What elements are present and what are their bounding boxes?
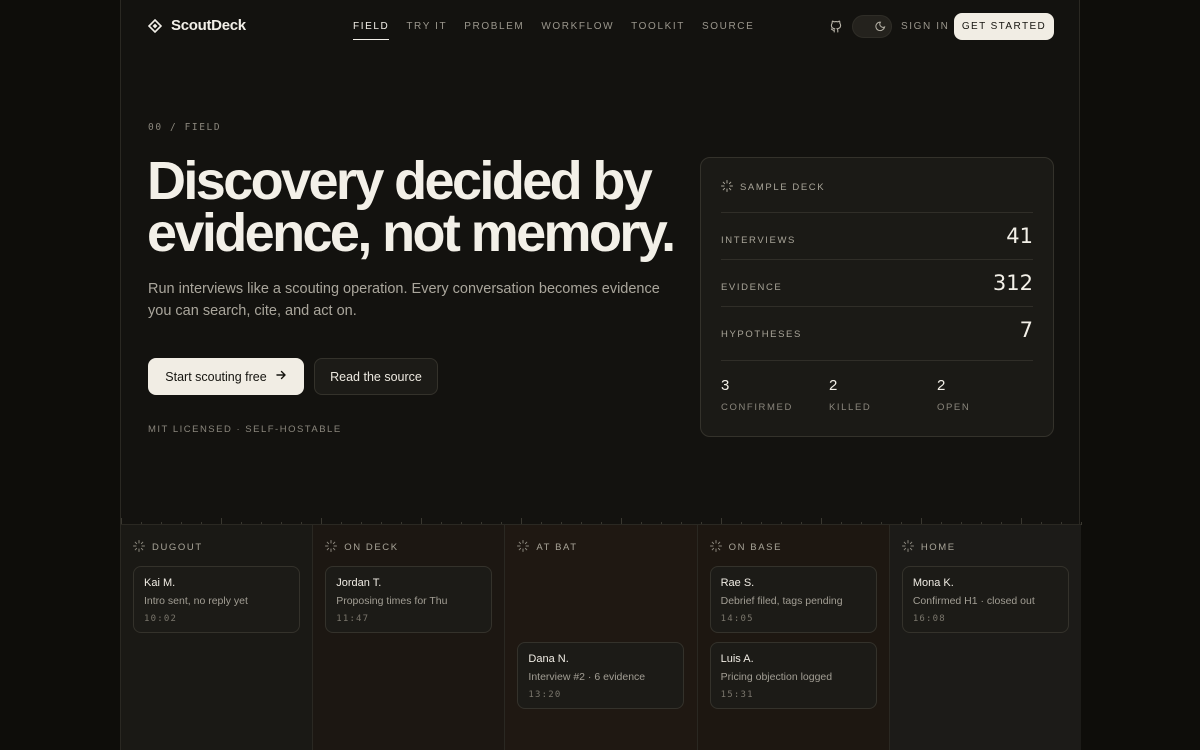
deck-row-interviews: INTERVIEWS 41: [721, 212, 1033, 259]
read-source-button[interactable]: Read the source: [314, 358, 438, 395]
sparkle-diamond-icon: [133, 540, 145, 555]
stat-confirmed: 3 CONFIRMED: [721, 377, 793, 413]
column-on-deck: ON DECK Jordan T. Proposing times for Th…: [313, 525, 506, 750]
deck-stats: 3 CONFIRMED 2 KILLED 2 OPEN: [721, 360, 1033, 437]
card-time: 10:02: [144, 614, 178, 624]
prospect-card[interactable]: Mona K. Confirmed H1 · closed out 16:08: [901, 566, 1069, 633]
deck-title: SAMPLE DECK: [740, 182, 826, 193]
sample-deck-card: SAMPLE DECK INTERVIEWS 41 EVIDENCE 312 H…: [700, 157, 1054, 437]
stat-killed: 2 KILLED: [829, 377, 871, 413]
column-title: AT BAT: [536, 542, 578, 553]
nav-link-field[interactable]: FIELD: [353, 21, 390, 40]
card-name: Kai M.: [144, 577, 176, 589]
diamond-logo-icon: [147, 18, 163, 33]
deck-row-label: EVIDENCE: [721, 282, 783, 293]
hero-headline: Discovery decided by evidence, not memor…: [147, 154, 707, 260]
card-name: Mona K.: [912, 577, 954, 589]
column-header: ON BASE: [709, 540, 783, 555]
prospect-card[interactable]: Jordan T. Proposing times for Thu 11:47: [325, 566, 493, 633]
brand-name: ScoutDeck: [171, 17, 246, 34]
pipeline-board: DUGOUT Kai M. Intro sent, no reply yet 1…: [121, 524, 1082, 750]
column-on-base: ON BASE Rae S. Debrief filed, tags pendi…: [697, 525, 890, 750]
arrow-right-icon: [275, 369, 287, 384]
get-started-button[interactable]: GET STARTED: [954, 13, 1054, 40]
prospect-card[interactable]: Kai M. Intro sent, no reply yet 10:02: [133, 566, 300, 633]
deck-row-value: 7: [1019, 318, 1033, 342]
stat-label: CONFIRMED: [721, 402, 793, 413]
card-time: 15:31: [720, 690, 754, 700]
hero-subhead: Run interviews like a scouting operation…: [148, 281, 660, 319]
card-desc: Confirmed H1 · closed out: [912, 595, 1035, 607]
stat-label: KILLED: [829, 402, 872, 413]
column-title: HOME: [920, 542, 956, 553]
sign-in-link[interactable]: SIGN IN: [901, 21, 949, 32]
start-scouting-button[interactable]: Start scouting free: [148, 358, 304, 395]
column-at-bat: AT BAT Dana N. Interview #2 · 6 evidence…: [505, 525, 698, 750]
headline-line-2: evidence, not memory.: [147, 203, 676, 263]
column-header: DUGOUT: [133, 540, 203, 555]
sparkle-diamond-icon: [517, 540, 530, 555]
stat-value: 2: [829, 377, 838, 394]
prospect-card[interactable]: Rae S. Debrief filed, tags pending 14:05: [709, 566, 877, 633]
page-frame: ScoutDeck FIELD TRY IT PROBLEM WORKFLOW …: [120, 0, 1082, 750]
sparkle-diamond-icon: [901, 540, 914, 555]
brand-logo[interactable]: ScoutDeck: [147, 17, 246, 34]
top-nav: ScoutDeck FIELD TRY IT PROBLEM WORKFLOW …: [121, 0, 1081, 52]
card-desc: Interview #2 · 6 evidence: [528, 671, 646, 683]
card-time: 14:05: [720, 614, 754, 624]
deck-header: SAMPLE DECK: [721, 180, 825, 195]
column-dugout: DUGOUT Kai M. Intro sent, no reply yet 1…: [121, 525, 314, 750]
prospect-card[interactable]: Luis A. Pricing objection logged 15:31: [709, 642, 877, 709]
card-name: Luis A.: [720, 653, 754, 665]
column-header: AT BAT: [517, 540, 577, 555]
card-time: 13:20: [528, 690, 562, 700]
column-title: ON BASE: [728, 542, 783, 553]
card-desc: Pricing objection logged: [720, 671, 833, 683]
sparkle-diamond-icon: [721, 180, 733, 195]
ruler-tick: [1081, 522, 1082, 525]
deck-row-evidence: EVIDENCE 312: [721, 259, 1033, 306]
deck-row-label: HYPOTHESES: [721, 329, 802, 340]
card-name: Rae S.: [720, 577, 755, 589]
headline-line-1: Discovery decided by: [147, 151, 653, 211]
stat-open: 2 OPEN: [937, 377, 970, 413]
section-eyebrow: 00 / FIELD: [148, 122, 222, 133]
card-time: 16:08: [912, 614, 946, 624]
deck-row-value: 312: [992, 271, 1033, 295]
start-scouting-label: Start scouting free: [165, 369, 267, 384]
deck-row-hypotheses: HYPOTHESES 7: [721, 306, 1033, 353]
nav-link-toolkit[interactable]: TOOLKIT: [631, 21, 685, 40]
nav-link-source[interactable]: SOURCE: [702, 21, 754, 40]
sparkle-diamond-icon: [325, 540, 338, 555]
deck-row-value: 41: [1006, 224, 1033, 248]
license-note: MIT LICENSED · SELF-HOSTABLE: [148, 424, 342, 435]
column-title: DUGOUT: [152, 542, 203, 553]
card-name: Dana N.: [528, 653, 569, 665]
prospect-card[interactable]: Dana N. Interview #2 · 6 evidence 13:20: [517, 642, 685, 709]
nav-links: FIELD TRY IT PROBLEM WORKFLOW TOOLKIT SO…: [353, 21, 754, 40]
nav-link-problem[interactable]: PROBLEM: [464, 21, 524, 40]
column-title: ON DECK: [344, 542, 399, 553]
card-desc: Proposing times for Thu: [336, 595, 448, 607]
sparkle-diamond-icon: [709, 540, 722, 555]
nav-link-workflow[interactable]: WORKFLOW: [541, 21, 614, 40]
stat-label: OPEN: [937, 402, 971, 413]
card-name: Jordan T.: [336, 577, 382, 589]
nav-link-try-it[interactable]: TRY IT: [406, 21, 447, 40]
card-desc: Debrief filed, tags pending: [720, 595, 843, 607]
stat-value: 3: [721, 377, 730, 394]
stat-value: 2: [937, 377, 946, 394]
theme-toggle[interactable]: [852, 15, 892, 38]
column-home: HOME Mona K. Confirmed H1 · closed out 1…: [889, 525, 1082, 750]
column-header: ON DECK: [325, 540, 398, 555]
moon-icon: [874, 20, 887, 33]
card-time: 11:47: [336, 614, 370, 624]
deck-row-label: INTERVIEWS: [721, 235, 796, 246]
github-icon[interactable]: [829, 19, 843, 33]
column-header: HOME: [901, 540, 956, 555]
card-desc: Intro sent, no reply yet: [144, 595, 248, 607]
